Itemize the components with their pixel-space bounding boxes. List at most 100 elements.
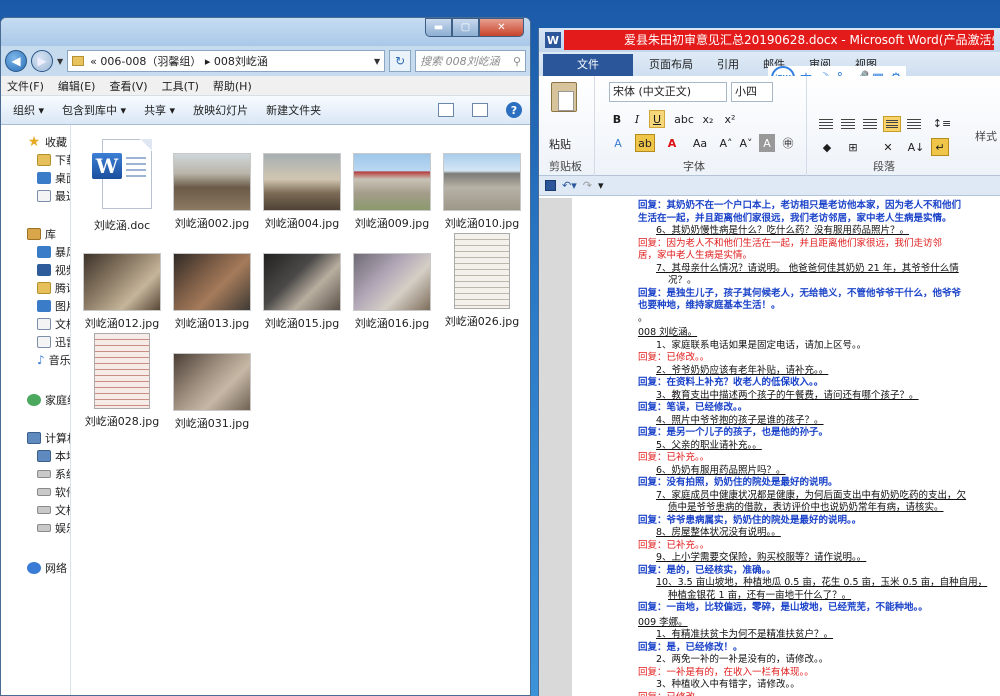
nav-drive-documents[interactable]: 文档 xyxy=(1,501,70,519)
borders-icon[interactable]: ⊞ xyxy=(843,138,863,156)
maximize-button[interactable]: ▢ xyxy=(452,18,479,37)
preview-pane-icon[interactable] xyxy=(472,103,488,117)
sort-icon[interactable]: A↓ xyxy=(907,138,925,156)
file-item[interactable]: 刘屹涵002.jpg xyxy=(167,153,257,231)
file-item[interactable]: 刘屹涵013.jpg xyxy=(167,253,257,331)
file-item[interactable]: 刘屹涵009.jpg xyxy=(347,153,437,231)
shading-icon[interactable]: ◆ xyxy=(817,138,837,156)
nav-recent[interactable]: 最近 xyxy=(1,187,70,205)
address-bar[interactable]: « 006-008（羽馨组） ▸ 008刘屹涵 ▼ xyxy=(67,50,386,72)
menu-view[interactable]: 查看(V) xyxy=(109,78,147,94)
search-input[interactable]: 搜索 008刘屹涵 ⚲ xyxy=(415,50,526,72)
nav-homegroup[interactable]: 家庭组 xyxy=(1,391,70,409)
italic-button[interactable]: I xyxy=(629,110,645,128)
nav-lib-pictures[interactable]: 图片 xyxy=(1,297,70,315)
organize-button[interactable]: 组织 ▾ xyxy=(13,102,44,118)
grow-font-icon[interactable]: A˄ xyxy=(717,134,735,152)
document-page[interactable]: 回复：其奶奶不在一个户口本上，老访相只是老访他本家，因为老人不和他们 生活在一起，… xyxy=(572,198,1000,696)
nav-libraries[interactable]: 库 xyxy=(1,225,70,243)
share-button[interactable]: 共享 ▾ xyxy=(144,102,175,118)
underline-button[interactable]: U xyxy=(649,110,665,128)
nav-drive-entertainment[interactable]: 娱乐 xyxy=(1,519,70,537)
explorer-titlebar[interactable]: ▬ ▢ ✕ xyxy=(1,18,530,46)
font-color-icon[interactable]: A xyxy=(663,134,681,152)
tab-file[interactable]: 文件 xyxy=(543,54,633,76)
slideshow-button[interactable]: 放映幻灯片 xyxy=(193,102,248,118)
distributed-icon[interactable] xyxy=(905,116,923,132)
nav-drive-system[interactable]: 系统 xyxy=(1,465,70,483)
new-folder-button[interactable]: 新建文件夹 xyxy=(266,102,321,118)
include-in-library-button[interactable]: 包含到库中 ▾ xyxy=(62,102,126,118)
chinese-layout-icon[interactable]: ✕ xyxy=(877,138,899,156)
save-icon[interactable] xyxy=(545,180,556,191)
strikethrough-button[interactable]: abc xyxy=(673,110,695,128)
undo-icon[interactable]: ↶▾ xyxy=(562,179,577,192)
minimize-button[interactable]: ▬ xyxy=(425,18,452,37)
customize-qat-icon[interactable]: ▾ xyxy=(598,179,604,192)
file-item[interactable]: W 刘屹涵.doc xyxy=(77,139,167,233)
word-titlebar[interactable]: W 爱县朱田初审意见汇总20190628.docx - Microsoft Wo… xyxy=(539,28,1000,52)
address-dropdown-icon[interactable]: ▼ xyxy=(374,57,380,66)
menu-help[interactable]: 帮助(H) xyxy=(213,78,252,94)
photo-thumbnail xyxy=(263,253,341,311)
align-right-icon[interactable] xyxy=(861,116,879,132)
paste-button[interactable]: 粘贴 xyxy=(549,136,571,152)
nav-computer[interactable]: 计算机 xyxy=(1,429,70,447)
help-icon[interactable]: ? xyxy=(506,102,522,118)
file-item[interactable]: 刘屹涵016.jpg xyxy=(347,253,437,331)
show-marks-icon[interactable]: ↵ xyxy=(931,138,949,156)
nav-drive-software[interactable]: 软件 xyxy=(1,483,70,501)
nav-downloads[interactable]: 下载 xyxy=(1,151,70,169)
close-button[interactable]: ✕ xyxy=(479,18,524,37)
breadcrumb[interactable]: « 006-008（羽馨组） ▸ 008刘屹涵 xyxy=(90,53,368,69)
superscript-button[interactable]: x² xyxy=(721,110,739,128)
change-view-icon[interactable] xyxy=(438,103,454,117)
file-item[interactable]: 刘屹涵028.jpg xyxy=(77,333,167,429)
align-center-icon[interactable] xyxy=(839,116,857,132)
file-item[interactable]: 刘屹涵026.jpg xyxy=(437,233,527,329)
change-case-icon[interactable]: Aa xyxy=(689,134,711,152)
justify-icon[interactable] xyxy=(883,116,901,132)
computer-icon xyxy=(27,432,41,444)
search-icon[interactable]: ⚲ xyxy=(513,55,521,68)
menu-edit[interactable]: 编辑(E) xyxy=(58,78,96,94)
nav-lib-xunlei[interactable]: 迅雷 xyxy=(1,333,70,351)
file-item[interactable]: 刘屹涵031.jpg xyxy=(167,353,257,431)
refresh-button[interactable]: ↻ xyxy=(389,50,412,72)
word-app-icon[interactable]: W xyxy=(545,32,561,48)
nav-lib-baofeng[interactable]: 暴风 xyxy=(1,243,70,261)
back-button[interactable]: ◀ xyxy=(5,50,27,72)
nav-favorites[interactable]: ★ 收藏 xyxy=(1,133,70,151)
align-left-icon[interactable] xyxy=(817,116,835,132)
menu-tools[interactable]: 工具(T) xyxy=(162,78,199,94)
tab-references[interactable]: 引用 xyxy=(705,54,751,76)
bold-button[interactable]: B xyxy=(609,110,625,128)
text-effects-icon[interactable]: A xyxy=(609,134,627,152)
nav-lib-music[interactable]: ♪ 音乐 xyxy=(1,351,70,369)
file-item[interactable]: 刘屹涵010.jpg xyxy=(437,153,527,231)
highlight-color-icon[interactable]: ab xyxy=(635,134,655,152)
paste-icon[interactable] xyxy=(551,82,577,112)
line-spacing-icon[interactable]: ↕≡ xyxy=(931,114,953,132)
tab-page-layout[interactable]: 页面布局 xyxy=(637,54,705,76)
file-item[interactable]: 刘屹涵012.jpg xyxy=(77,253,167,331)
font-name-select[interactable]: 宋体 (中文正文) xyxy=(609,82,727,102)
nav-drive-local[interactable]: 本地 xyxy=(1,447,70,465)
redo-icon[interactable]: ↷ xyxy=(583,179,592,192)
shrink-font-icon[interactable]: A˅ xyxy=(737,134,755,152)
nav-lib-videos[interactable]: 视频 xyxy=(1,261,70,279)
nav-lib-tencent[interactable]: 腾讯 xyxy=(1,279,70,297)
char-shading-icon[interactable]: A xyxy=(759,134,775,152)
subscript-button[interactable]: x₂ xyxy=(699,110,717,128)
forward-button[interactable]: ▶ xyxy=(31,50,53,72)
file-item[interactable]: 刘屹涵015.jpg xyxy=(257,253,347,331)
nav-network[interactable]: 网络 xyxy=(1,559,70,577)
file-item[interactable]: 刘屹涵004.jpg xyxy=(257,153,347,231)
enclosed-char-icon[interactable]: ㊥ xyxy=(779,134,797,152)
nav-desktop[interactable]: 桌面 xyxy=(1,169,70,187)
doc-line: 种植金银花 1 亩，还有一亩地干什么了？。 xyxy=(668,589,852,601)
nav-lib-documents[interactable]: 文档 xyxy=(1,315,70,333)
font-size-select[interactable]: 小四 xyxy=(731,82,773,102)
menu-file[interactable]: 文件(F) xyxy=(7,78,44,94)
recent-pages-dropdown[interactable]: ▼ xyxy=(57,57,63,66)
